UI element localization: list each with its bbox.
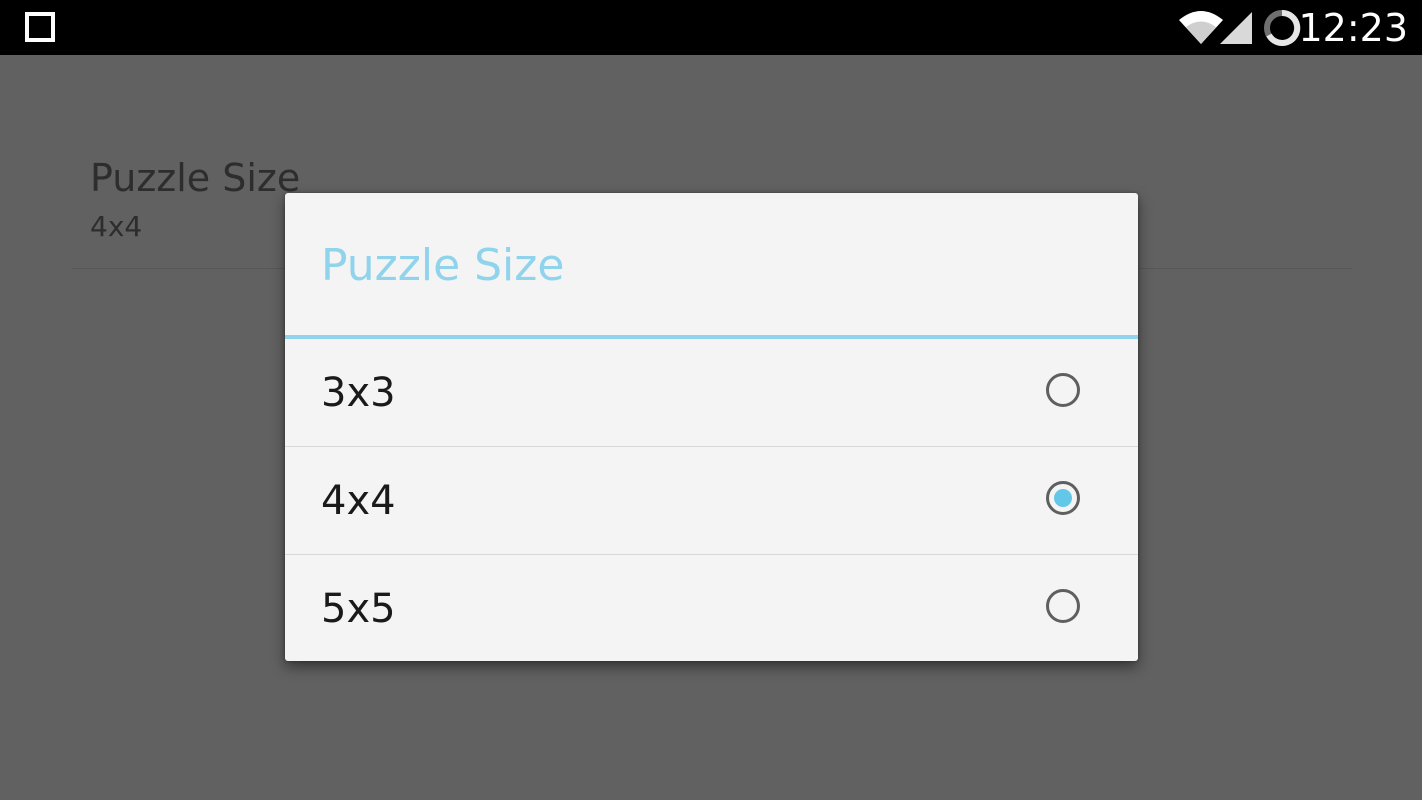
status-bar: 12:23 [0,0,1422,55]
option-label: 5x5 [321,586,396,632]
option-3x3[interactable]: 3x3 [285,339,1138,447]
radio-selected-dot [1054,489,1072,507]
cell-signal-icon [1220,12,1252,44]
radio-button-3x3[interactable] [1046,373,1080,407]
option-label: 3x3 [321,370,396,416]
option-5x5[interactable]: 5x5 [285,555,1138,661]
radio-button-5x5[interactable] [1046,589,1080,623]
clock: 12:23 [1298,6,1408,50]
preference-title[interactable]: Puzzle Size [90,155,300,201]
battery-icon [1264,9,1301,46]
puzzle-size-dialog: Puzzle Size 3x3 4x4 5x5 [285,193,1138,661]
screen: 12:23 Puzzle Size 4x4 Puzzle Size 3x3 4x… [0,0,1422,800]
dialog-title: Puzzle Size [321,240,565,291]
option-4x4[interactable]: 4x4 [285,447,1138,555]
option-label: 4x4 [321,478,396,524]
recents-icon[interactable] [25,12,55,42]
preference-summary: 4x4 [90,210,143,243]
radio-button-4x4[interactable] [1046,481,1080,515]
